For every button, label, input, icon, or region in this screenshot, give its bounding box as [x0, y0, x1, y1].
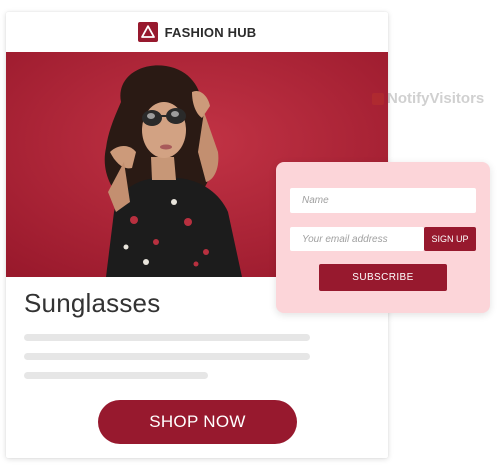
shop-now-button[interactable]: SHOP NOW	[98, 400, 297, 444]
notifyvisitors-logo: NotifyVisitors	[372, 90, 484, 107]
placeholder-line	[24, 334, 310, 341]
brand-name: FASHION HUB	[164, 24, 257, 40]
subscribe-popup: SIGN UP SUBSCRIBE	[276, 162, 490, 313]
product-title: Sunglasses	[24, 288, 161, 318]
sign-up-button[interactable]: SIGN UP	[424, 227, 476, 251]
notifyvisitors-logo-icon	[372, 92, 384, 105]
placeholder-line	[24, 353, 310, 360]
email-input[interactable]	[290, 227, 424, 251]
name-input[interactable]	[290, 188, 476, 213]
subscribe-button[interactable]: SUBSCRIBE	[319, 264, 447, 291]
card-header: FASHION HUB	[6, 12, 388, 52]
triangle-logo-icon	[137, 22, 158, 42]
placeholder-line	[24, 372, 208, 379]
notifyvisitors-logo-text: NotifyVisitors	[387, 90, 485, 107]
